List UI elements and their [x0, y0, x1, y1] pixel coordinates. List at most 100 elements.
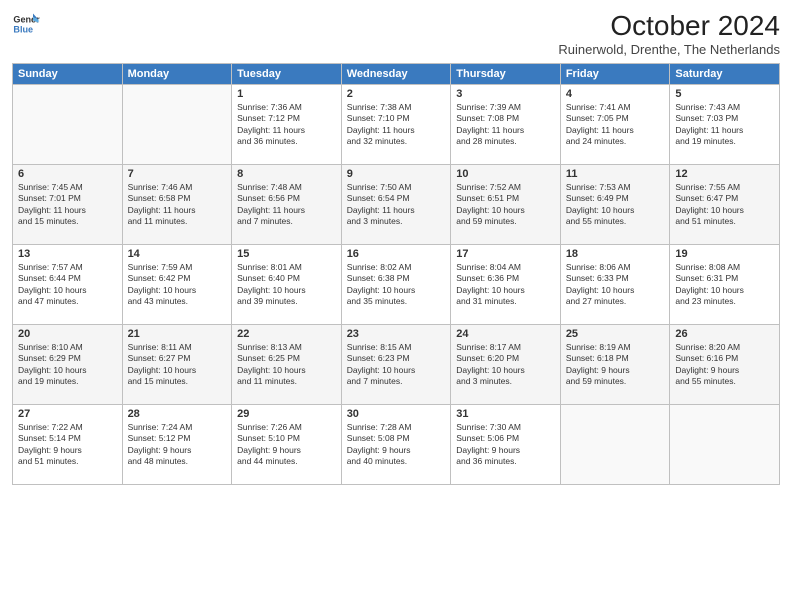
calendar-cell: [122, 85, 232, 165]
cell-text: Sunrise: 7:30 AM Sunset: 5:06 PM Dayligh…: [456, 422, 555, 468]
cell-text: Sunrise: 7:24 AM Sunset: 5:12 PM Dayligh…: [128, 422, 227, 468]
calendar-cell: 11 Sunrise: 7:53 AM Sunset: 6:49 PM Dayli…: [560, 165, 670, 245]
cell-text: Sunrise: 7:41 AM Sunset: 7:05 PM Dayligh…: [566, 102, 665, 148]
cell-text: Sunrise: 7:39 AM Sunset: 7:08 PM Dayligh…: [456, 102, 555, 148]
calendar-cell: 4Sunrise: 7:41 AM Sunset: 7:05 PM Daylig…: [560, 85, 670, 165]
cell-text: Sunrise: 7:53 AM Sunset: 6:49 PM Dayligh…: [566, 182, 665, 228]
day-number: 2: [347, 88, 446, 100]
cell-text: Sunrise: 7:46 AM Sunset: 6:58 PM Dayligh…: [128, 182, 227, 228]
calendar-cell: 25Sunrise: 8:19 AM Sunset: 6:18 PM Dayli…: [560, 325, 670, 405]
cell-text: Sunrise: 8:02 AM Sunset: 6:38 PM Dayligh…: [347, 262, 446, 308]
day-number: 8: [237, 168, 336, 180]
day-number: 31: [456, 408, 555, 420]
calendar-cell: 16 Sunrise: 8:02 AM Sunset: 6:38 PM Dayli…: [341, 245, 451, 325]
header-cell-saturday: Saturday: [670, 64, 780, 85]
calendar-cell: 28 Sunrise: 7:24 AM Sunset: 5:12 PM Dayli…: [122, 405, 232, 485]
day-number: 15: [237, 248, 336, 260]
cell-text: Sunrise: 7:48 AM Sunset: 6:56 PM Dayligh…: [237, 182, 336, 228]
day-number: 1: [237, 88, 336, 100]
calendar-cell: 19Sunrise: 8:08 AM Sunset: 6:31 PM Dayli…: [670, 245, 780, 325]
svg-text:Blue: Blue: [13, 24, 33, 34]
day-number: 5: [675, 88, 774, 100]
calendar-cell: 12 Sunrise: 7:55 AM Sunset: 6:47 PM Dayli…: [670, 165, 780, 245]
day-number: 11: [566, 168, 665, 180]
calendar-cell: 26 Sunrise: 8:20 AM Sunset: 6:16 PM Dayli…: [670, 325, 780, 405]
cell-text: Sunrise: 7:28 AM Sunset: 5:08 PM Dayligh…: [347, 422, 446, 468]
cell-text: Sunrise: 7:55 AM Sunset: 6:47 PM Dayligh…: [675, 182, 774, 228]
day-number: 21: [128, 328, 227, 340]
day-number: 30: [347, 408, 446, 420]
calendar-table: SundayMondayTuesdayWednesdayThursdayFrid…: [12, 63, 780, 485]
day-number: 6: [18, 168, 117, 180]
calendar-cell: 29Sunrise: 7:26 AM Sunset: 5:10 PM Dayli…: [232, 405, 342, 485]
day-number: 10: [456, 168, 555, 180]
calendar-cell: 15 Sunrise: 8:01 AM Sunset: 6:40 PM Dayli…: [232, 245, 342, 325]
calendar-cell: 13 Sunrise: 7:57 AM Sunset: 6:44 PM Dayli…: [13, 245, 123, 325]
calendar-cell: 2 Sunrise: 7:38 AM Sunset: 7:10 PM Daylig…: [341, 85, 451, 165]
cell-text: Sunrise: 8:10 AM Sunset: 6:29 PM Dayligh…: [18, 342, 117, 388]
calendar-cell: 5 Sunrise: 7:43 AM Sunset: 7:03 PM Daylig…: [670, 85, 780, 165]
day-number: 14: [128, 248, 227, 260]
day-number: 20: [18, 328, 117, 340]
page: General Blue October 2024 Ruinerwold, Dr…: [0, 0, 792, 612]
header-cell-wednesday: Wednesday: [341, 64, 451, 85]
cell-text: Sunrise: 7:57 AM Sunset: 6:44 PM Dayligh…: [18, 262, 117, 308]
calendar-cell: 3 Sunrise: 7:39 AM Sunset: 7:08 PM Daylig…: [451, 85, 561, 165]
header-cell-thursday: Thursday: [451, 64, 561, 85]
calendar-cell: 8 Sunrise: 7:48 AM Sunset: 6:56 PM Daylig…: [232, 165, 342, 245]
calendar-cell: 9 Sunrise: 7:50 AM Sunset: 6:54 PM Daylig…: [341, 165, 451, 245]
calendar-cell: [670, 405, 780, 485]
calendar-cell: 24Sunrise: 8:17 AM Sunset: 6:20 PM Dayli…: [451, 325, 561, 405]
day-number: 17: [456, 248, 555, 260]
subtitle: Ruinerwold, Drenthe, The Netherlands: [558, 42, 780, 57]
cell-text: Sunrise: 8:08 AM Sunset: 6:31 PM Dayligh…: [675, 262, 774, 308]
logo: General Blue: [12, 10, 40, 38]
cell-text: Sunrise: 8:15 AM Sunset: 6:23 PM Dayligh…: [347, 342, 446, 388]
day-number: 16: [347, 248, 446, 260]
day-number: 28: [128, 408, 227, 420]
calendar-cell: 21Sunrise: 8:11 AM Sunset: 6:27 PM Dayli…: [122, 325, 232, 405]
calendar-cell: [13, 85, 123, 165]
cell-text: Sunrise: 8:20 AM Sunset: 6:16 PM Dayligh…: [675, 342, 774, 388]
day-number: 18: [566, 248, 665, 260]
cell-text: Sunrise: 8:19 AM Sunset: 6:18 PM Dayligh…: [566, 342, 665, 388]
calendar-row: 6 Sunrise: 7:45 AM Sunset: 7:01 PM Daylig…: [13, 165, 780, 245]
calendar-cell: [560, 405, 670, 485]
cell-text: Sunrise: 7:36 AM Sunset: 7:12 PM Dayligh…: [237, 102, 336, 148]
cell-text: Sunrise: 7:26 AM Sunset: 5:10 PM Dayligh…: [237, 422, 336, 468]
cell-text: Sunrise: 8:01 AM Sunset: 6:40 PM Dayligh…: [237, 262, 336, 308]
calendar-cell: 23 Sunrise: 8:15 AM Sunset: 6:23 PM Dayli…: [341, 325, 451, 405]
header: General Blue October 2024 Ruinerwold, Dr…: [12, 10, 780, 57]
header-cell-friday: Friday: [560, 64, 670, 85]
cell-text: Sunrise: 7:50 AM Sunset: 6:54 PM Dayligh…: [347, 182, 446, 228]
calendar-row: 13 Sunrise: 7:57 AM Sunset: 6:44 PM Dayli…: [13, 245, 780, 325]
day-number: 9: [347, 168, 446, 180]
logo-icon: General Blue: [12, 10, 40, 38]
day-number: 12: [675, 168, 774, 180]
day-number: 26: [675, 328, 774, 340]
day-number: 24: [456, 328, 555, 340]
cell-text: Sunrise: 7:52 AM Sunset: 6:51 PM Dayligh…: [456, 182, 555, 228]
calendar-cell: 14 Sunrise: 7:59 AM Sunset: 6:42 PM Dayli…: [122, 245, 232, 325]
day-number: 3: [456, 88, 555, 100]
cell-text: Sunrise: 7:45 AM Sunset: 7:01 PM Dayligh…: [18, 182, 117, 228]
calendar-cell: 10 Sunrise: 7:52 AM Sunset: 6:51 PM Dayli…: [451, 165, 561, 245]
calendar-cell: 20 Sunrise: 8:10 AM Sunset: 6:29 PM Dayli…: [13, 325, 123, 405]
header-cell-tuesday: Tuesday: [232, 64, 342, 85]
month-title: October 2024: [558, 10, 780, 42]
title-block: October 2024 Ruinerwold, Drenthe, The Ne…: [558, 10, 780, 57]
cell-text: Sunrise: 7:38 AM Sunset: 7:10 PM Dayligh…: [347, 102, 446, 148]
calendar-cell: 1 Sunrise: 7:36 AM Sunset: 7:12 PM Daylig…: [232, 85, 342, 165]
cell-text: Sunrise: 8:04 AM Sunset: 6:36 PM Dayligh…: [456, 262, 555, 308]
calendar-cell: 22Sunrise: 8:13 AM Sunset: 6:25 PM Dayli…: [232, 325, 342, 405]
cell-text: Sunrise: 7:59 AM Sunset: 6:42 PM Dayligh…: [128, 262, 227, 308]
cell-text: Sunrise: 7:22 AM Sunset: 5:14 PM Dayligh…: [18, 422, 117, 468]
cell-text: Sunrise: 7:43 AM Sunset: 7:03 PM Dayligh…: [675, 102, 774, 148]
calendar-cell: 17 Sunrise: 8:04 AM Sunset: 6:36 PM Dayli…: [451, 245, 561, 325]
calendar-row: 27Sunrise: 7:22 AM Sunset: 5:14 PM Dayli…: [13, 405, 780, 485]
day-number: 13: [18, 248, 117, 260]
header-cell-monday: Monday: [122, 64, 232, 85]
day-number: 23: [347, 328, 446, 340]
calendar-row: 1 Sunrise: 7:36 AM Sunset: 7:12 PM Daylig…: [13, 85, 780, 165]
header-cell-sunday: Sunday: [13, 64, 123, 85]
